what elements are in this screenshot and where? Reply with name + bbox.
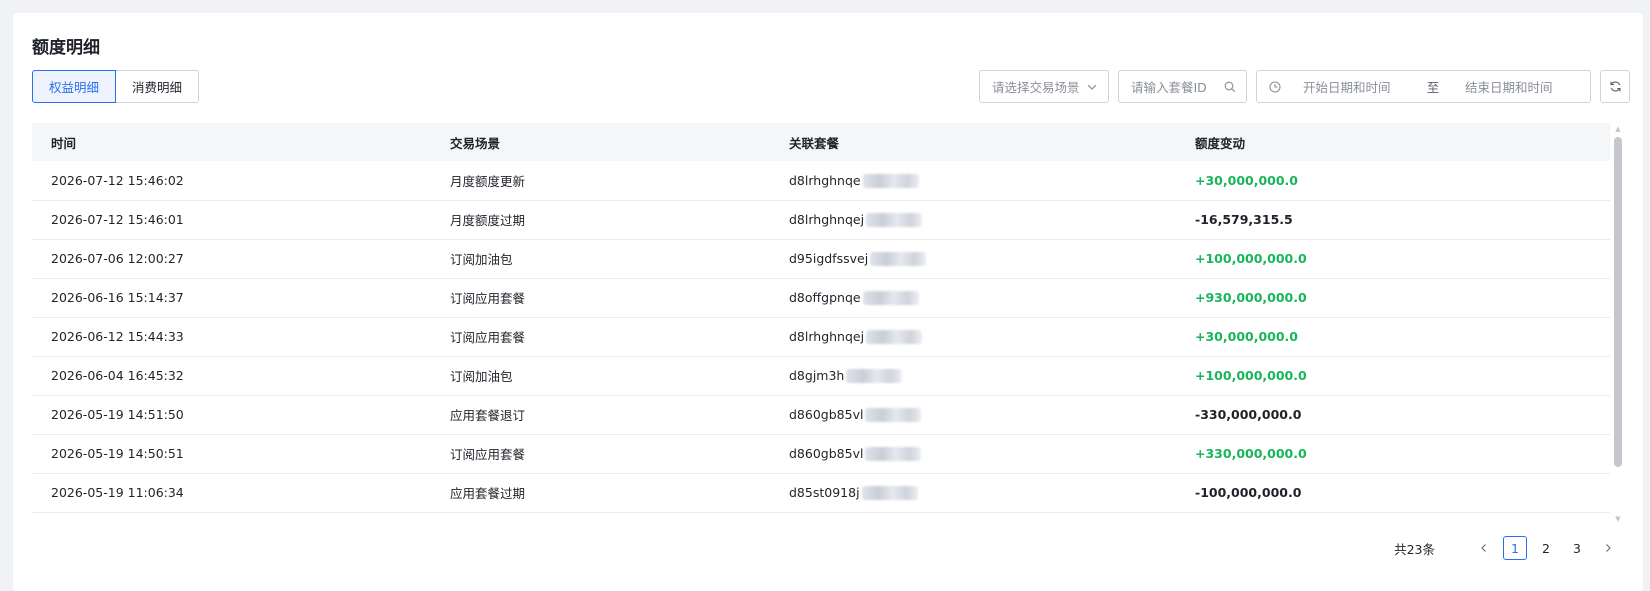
tab-benefit-detail[interactable]: 权益明细 — [32, 70, 117, 103]
pagination: 共23条 1 2 3 — [1394, 536, 1620, 560]
cell-time: 2026-05-19 14:50:51 — [51, 446, 184, 461]
cell-package: d95igdfssvej — [770, 239, 1176, 278]
trade-scene-select[interactable]: 请选择交易场景 — [979, 70, 1109, 103]
cell-package: d860gb85vl — [770, 434, 1176, 473]
clock-icon — [1269, 80, 1281, 93]
package-id-placeholder: 请输入套餐ID — [1131, 80, 1207, 95]
redacted-blur — [870, 252, 927, 267]
package-id-text: d85st0918j — [789, 484, 860, 500]
cell-quota-change: +100,000,000.0 — [1195, 251, 1307, 266]
page-button-2[interactable]: 2 — [1534, 536, 1558, 560]
column-header-scene: 交易场景 — [450, 135, 501, 151]
redacted-blur — [846, 369, 903, 384]
refresh-button[interactable] — [1600, 70, 1630, 103]
cell-time: 2026-06-12 15:44:33 — [51, 329, 184, 344]
start-datetime-input[interactable]: 开始日期和时间 — [1303, 77, 1413, 96]
table-row: 2026-07-06 12:00:27 订阅加油包 d95igdfssvej +100… — [32, 239, 1610, 278]
redacted-blur — [862, 174, 919, 188]
cell-package: d8lrhghnqej — [770, 200, 1176, 239]
cell-time: 2026-05-19 14:51:50 — [51, 407, 184, 422]
page-button-3[interactable]: 3 — [1565, 536, 1589, 560]
cell-quota-change: -100,000,000.0 — [1195, 485, 1302, 500]
cell-time: 2026-07-06 12:00:27 — [51, 251, 184, 266]
scroll-down-arrow-icon[interactable]: ▼ — [1614, 515, 1622, 523]
table-row: 2026-05-19 11:06:34 应用套餐过期 d85st0918j -100,… — [32, 473, 1610, 512]
total-count: 共23条 — [1394, 541, 1435, 557]
package-id-text: d8lrhghnqej — [789, 328, 865, 344]
cell-time: 2026-05-19 11:06:34 — [51, 485, 184, 500]
cell-package: d85st0918j — [770, 473, 1176, 512]
cell-scene: 订阅应用套餐 — [450, 330, 526, 345]
prev-page-icon[interactable] — [1472, 536, 1496, 560]
next-page-icon[interactable] — [1596, 536, 1620, 560]
cell-time: 2026-07-12 15:46:02 — [51, 172, 184, 188]
cell-package: d8gjm3h — [770, 356, 1176, 395]
column-header-time: 时间 — [51, 135, 77, 151]
cell-quota-change: +30,000,000.0 — [1195, 172, 1298, 188]
package-id-input[interactable]: 请输入套餐ID — [1118, 70, 1247, 103]
detail-tabs: 权益明细 消费明细 — [32, 70, 200, 103]
range-separator: 至 — [1426, 80, 1440, 95]
cell-scene: 订阅应用套餐 — [450, 447, 526, 462]
refresh-icon — [1609, 80, 1622, 93]
column-header-package: 关联套餐 — [789, 135, 840, 151]
filter-bar: 请选择交易场景 请输入套餐ID 开始日期和时间 至 结束日期和时间 — [979, 70, 1630, 103]
table-row: 2026-06-04 16:45:32 订阅加油包 d8gjm3h +100,000,… — [32, 356, 1610, 395]
page-button-1[interactable]: 1 — [1503, 536, 1527, 560]
quota-detail-card: 额度明细 权益明细 消费明细 请选择交易场景 请输入套餐ID 开始日期和时间 至… — [13, 13, 1643, 591]
package-id-text: d8gjm3h — [789, 367, 845, 383]
package-id-text: d8offgpnqe — [789, 289, 861, 305]
cell-package: d8offgpnqe — [770, 278, 1176, 317]
cell-scene: 订阅加油包 — [450, 369, 513, 384]
cell-scene: 应用套餐过期 — [450, 486, 526, 501]
redacted-blur — [865, 447, 922, 462]
table-row: 2026-07-12 15:46:01 月度额度过期 d8lrhghnqej -16,… — [32, 200, 1610, 239]
cell-quota-change: +330,000,000.0 — [1195, 446, 1307, 461]
cell-scene: 月度额度更新 — [450, 173, 526, 189]
package-id-text: d8lrhghnqe — [789, 172, 861, 188]
cell-package: d8lrhghnqej — [770, 317, 1176, 356]
cell-time: 2026-07-12 15:46:01 — [51, 212, 184, 227]
trade-scene-placeholder: 请选择交易场景 — [992, 80, 1080, 95]
chevron-down-icon — [1086, 81, 1098, 93]
package-id-text: d860gb85vl — [789, 445, 864, 461]
datetime-range-picker[interactable]: 开始日期和时间 至 结束日期和时间 — [1256, 70, 1591, 103]
page-title: 额度明细 — [32, 38, 100, 58]
column-header-quota-change: 额度变动 — [1195, 135, 1246, 151]
redacted-blur — [862, 291, 919, 306]
table-scrollbar[interactable]: ▲ ▼ — [1614, 125, 1622, 523]
table-row: 2026-05-19 14:50:51 订阅应用套餐 d860gb85vl +330,… — [32, 434, 1610, 473]
quota-table: 时间 交易场景 关联套餐 额度变动 2026-07-12 15:46:02 月度额… — [32, 123, 1622, 533]
cell-scene: 订阅应用套餐 — [450, 291, 526, 306]
scrollbar-thumb[interactable] — [1614, 137, 1622, 467]
cell-scene: 月度额度过期 — [450, 213, 526, 228]
cell-quota-change: +100,000,000.0 — [1195, 368, 1307, 383]
cell-time: 2026-06-16 15:14:37 — [51, 290, 184, 305]
redacted-blur — [861, 486, 918, 501]
table-header-row: 时间 交易场景 关联套餐 额度变动 — [32, 123, 1610, 161]
scroll-up-arrow-icon[interactable]: ▲ — [1614, 125, 1622, 133]
cell-quota-change: +930,000,000.0 — [1195, 290, 1307, 305]
table-row: 2026-07-12 15:46:02 月度额度更新 d8lrhghnqe +30,0… — [32, 161, 1610, 200]
cell-quota-change: +30,000,000.0 — [1195, 329, 1298, 344]
redacted-blur — [866, 213, 923, 228]
end-datetime-input[interactable]: 结束日期和时间 — [1453, 77, 1578, 96]
cell-scene: 订阅加油包 — [450, 252, 513, 267]
redacted-blur — [865, 408, 922, 423]
cell-quota-change: -16,579,315.5 — [1195, 212, 1293, 227]
package-id-text: d860gb85vl — [789, 406, 864, 422]
table-row: 2026-05-19 14:51:50 应用套餐退订 d860gb85vl -330,… — [32, 395, 1610, 434]
cell-package: d860gb85vl — [770, 395, 1176, 434]
redacted-blur — [866, 330, 923, 345]
cell-time: 2026-06-04 16:45:32 — [51, 368, 184, 383]
table-row: 2026-06-16 15:14:37 订阅应用套餐 d8offgpnqe +930,… — [32, 278, 1610, 317]
package-id-text: d8lrhghnqej — [789, 211, 865, 227]
cell-package: d8lrhghnqe — [770, 161, 1176, 200]
tab-consumption-detail[interactable]: 消费明细 — [116, 70, 200, 103]
package-id-text: d95igdfssvej — [789, 250, 869, 266]
table-row: 2026-06-12 15:44:33 订阅应用套餐 d8lrhghnqej +30,… — [32, 317, 1610, 356]
cell-quota-change: -330,000,000.0 — [1195, 407, 1302, 422]
search-icon[interactable] — [1224, 81, 1236, 93]
cell-scene: 应用套餐退订 — [450, 408, 526, 423]
